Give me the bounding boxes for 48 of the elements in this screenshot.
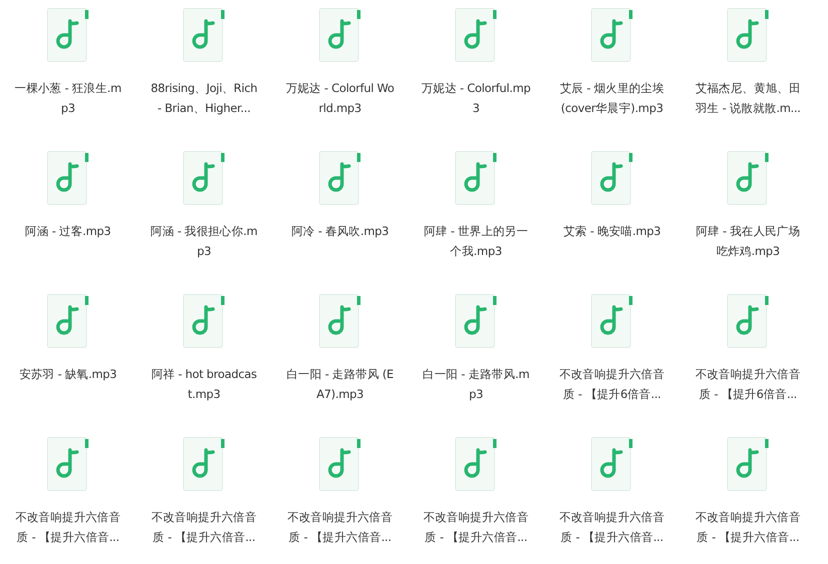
music-file-icon[interactable] <box>183 437 225 491</box>
music-file-icon[interactable] <box>727 437 769 491</box>
file-name: 不改音响提升六倍音质 - 【提升6倍音... <box>558 366 666 403</box>
file-name: 安苏羽 - 缺氧.mp3 <box>18 366 118 383</box>
file-name: 艾福杰尼、黄旭、田羽生 - 说散就散.m... <box>694 80 802 117</box>
file-name: 白一阳 - 走路带风.mp3 <box>422 366 530 403</box>
music-file-icon[interactable] <box>319 8 361 62</box>
music-file-icon[interactable] <box>47 8 89 62</box>
music-file-icon[interactable] <box>727 8 769 62</box>
file-name: 不改音响提升六倍音质 - 【提升六倍音... <box>558 509 666 546</box>
file-name: 一棵小葱 - 狂浪生.mp3 <box>14 80 122 117</box>
music-file-icon[interactable] <box>47 437 89 491</box>
file-name: 白一阳 - 走路带风 (EA7).mp3 <box>286 366 394 403</box>
file-name: 不改音响提升六倍音质 - 【提升六倍音... <box>286 509 394 546</box>
file-name: 阿祥 - hot broadcast.mp3 <box>150 366 258 403</box>
file-name: 艾索 - 晚安喵.mp3 <box>562 223 662 240</box>
music-file-icon[interactable] <box>727 151 769 205</box>
music-file-icon[interactable] <box>591 151 633 205</box>
file-name: 不改音响提升六倍音质 - 【提升6倍音... <box>694 366 802 403</box>
music-file-icon[interactable] <box>319 437 361 491</box>
file-name: 万妮达 - Colorful.mp3 <box>420 80 532 117</box>
music-file-icon[interactable] <box>319 294 361 348</box>
music-file-icon[interactable] <box>47 294 89 348</box>
file-name: 阿肆 - 我在人民广场吃炸鸡.mp3 <box>694 223 802 260</box>
file-name: 万妮达 - Colorful World.mp3 <box>284 80 396 117</box>
music-file-icon[interactable] <box>727 294 769 348</box>
music-file-icon[interactable] <box>591 294 633 348</box>
music-file-icon[interactable] <box>47 151 89 205</box>
music-file-icon[interactable] <box>591 8 633 62</box>
music-file-icon[interactable] <box>591 437 633 491</box>
music-file-icon[interactable] <box>455 151 497 205</box>
music-file-icon[interactable] <box>183 294 225 348</box>
music-file-icon[interactable] <box>455 8 497 62</box>
music-file-icon[interactable] <box>183 151 225 205</box>
file-name: 不改音响提升六倍音质 - 【提升六倍音... <box>422 509 530 546</box>
file-name: 88rising、Joji、Rich - Brian、Higher... <box>150 80 258 117</box>
music-file-icon[interactable] <box>319 151 361 205</box>
file-name: 阿冷 - 春风吹.mp3 <box>290 223 390 240</box>
file-name: 艾辰 - 烟火里的尘埃(cover华晨宇).mp3 <box>558 80 666 117</box>
file-name: 不改音响提升六倍音质 - 【提升六倍音... <box>14 509 122 546</box>
file-name: 阿涵 - 我很担心你.mp3 <box>150 223 258 260</box>
music-file-icon[interactable] <box>183 8 225 62</box>
file-name: 阿涵 - 过客.mp3 <box>24 223 112 240</box>
music-file-icon[interactable] <box>455 294 497 348</box>
file-name: 阿肆 - 世界上的另一个我.mp3 <box>422 223 530 260</box>
music-file-icon[interactable] <box>455 437 497 491</box>
file-name: 不改音响提升六倍音质 - 【提升六倍音... <box>150 509 258 546</box>
file-name: 不改音响提升六倍音质 - 【提升六倍音... <box>694 509 802 546</box>
